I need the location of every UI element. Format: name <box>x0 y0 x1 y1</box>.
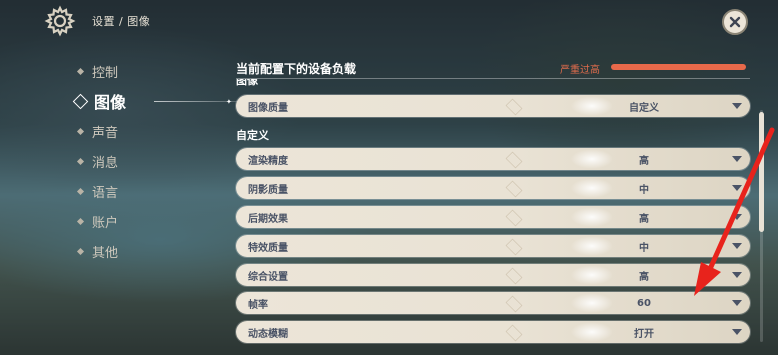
chevron-down-icon <box>732 103 742 109</box>
setting-value: 中 <box>639 242 649 254</box>
glow-ornament <box>562 235 622 257</box>
sidebar-item-messages[interactable]: 消息 <box>76 146 126 176</box>
shadow-quality-dropdown[interactable]: 阴影质量 中 <box>236 177 750 199</box>
bullet-icon <box>76 67 85 75</box>
sidebar-item-label: 控制 <box>92 65 119 81</box>
bullet-icon <box>76 127 85 135</box>
ornament-icon <box>505 295 523 313</box>
sidebar-item-audio[interactable]: 声音 <box>76 116 126 146</box>
setting-label: 图像质量 <box>248 102 288 114</box>
glow-ornament <box>562 206 622 228</box>
ornament-icon <box>505 209 523 227</box>
setting-value: 打开 <box>634 328 654 340</box>
glow-ornament <box>562 292 622 314</box>
setting-value: 高 <box>639 213 649 225</box>
sidebar-item-label: 其他 <box>92 245 119 261</box>
chevron-down-icon <box>732 214 742 220</box>
glow-ornament <box>562 264 622 286</box>
sparkle-icon: ✦ <box>226 98 232 106</box>
effects-quality-dropdown[interactable]: 特效质量 中 <box>236 235 750 257</box>
chevron-down-icon <box>732 300 742 306</box>
image-quality-dropdown[interactable]: 图像质量 自定义 <box>236 95 750 117</box>
setting-value: 高 <box>639 271 649 283</box>
sidebar-item-language[interactable]: 语言 <box>76 176 126 206</box>
device-load-bar <box>611 64 746 70</box>
ornament-icon <box>505 151 523 169</box>
section-heading-image: 图像 <box>236 79 258 87</box>
gear-icon <box>44 5 76 37</box>
glow-ornament <box>562 177 622 199</box>
section-heading-custom: 自定义 <box>236 129 269 142</box>
ornament-icon <box>505 98 523 116</box>
setting-label: 渲染精度 <box>248 155 288 167</box>
device-load-status: 严重过高 <box>560 65 600 76</box>
ornament-icon <box>505 180 523 198</box>
sidebar-item-label: 声音 <box>92 125 119 141</box>
scrollbar-thumb[interactable] <box>759 112 764 232</box>
setting-label: 动态模糊 <box>248 328 288 340</box>
frame-rate-dropdown[interactable]: 帧率 60 <box>236 292 750 314</box>
chevron-down-icon <box>732 185 742 191</box>
motion-blur-dropdown[interactable]: 动态模糊 打开 <box>236 321 750 343</box>
bullet-icon <box>76 157 85 165</box>
chevron-down-icon <box>732 329 742 335</box>
render-resolution-dropdown[interactable]: 渲染精度 高 <box>236 148 750 170</box>
sidebar-item-other[interactable]: 其他 <box>76 236 126 266</box>
sidebar: 控制 图像 ✦ 声音 消息 语言 账户 其他 <box>72 56 266 266</box>
setting-value: 中 <box>639 184 649 196</box>
bullet-icon <box>76 247 85 255</box>
sidebar-item-controls[interactable]: 控制 <box>76 56 126 86</box>
glow-ornament <box>562 148 622 170</box>
sidebar-item-label: 语言 <box>92 185 119 201</box>
sidebar-item-label: 消息 <box>92 155 119 171</box>
glow-ornament <box>562 95 622 117</box>
bullet-icon <box>76 217 85 225</box>
device-load-title: 当前配置下的设备负载 <box>236 62 357 76</box>
setting-value: 高 <box>639 155 649 167</box>
setting-value: 60 <box>637 297 651 309</box>
bullet-icon <box>76 187 85 195</box>
setting-label: 特效质量 <box>248 242 288 254</box>
chevron-down-icon <box>732 272 742 278</box>
setting-label: 阴影质量 <box>248 184 288 196</box>
post-processing-dropdown[interactable]: 后期效果 高 <box>236 206 750 228</box>
sidebar-item-graphics[interactable]: 图像 ✦ <box>72 86 266 116</box>
sidebar-item-account[interactable]: 账户 <box>76 206 126 236</box>
chevron-down-icon <box>732 243 742 249</box>
ornament-icon <box>505 238 523 256</box>
divider <box>236 78 750 79</box>
setting-label: 综合设置 <box>248 271 288 283</box>
breadcrumb: 设置 / 图像 <box>92 15 151 28</box>
setting-value: 自定义 <box>629 102 659 114</box>
sidebar-item-label: 图像 <box>94 93 127 112</box>
close-button[interactable] <box>722 9 748 35</box>
close-icon <box>729 16 741 28</box>
ornament-icon <box>505 324 523 342</box>
glow-ornament <box>562 321 622 343</box>
setting-label: 帧率 <box>248 299 268 311</box>
setting-label: 后期效果 <box>248 213 288 225</box>
ornament-icon <box>505 267 523 285</box>
sidebar-item-label: 账户 <box>92 215 119 231</box>
chevron-down-icon <box>732 156 742 162</box>
overall-settings-dropdown[interactable]: 综合设置 高 <box>236 264 750 286</box>
